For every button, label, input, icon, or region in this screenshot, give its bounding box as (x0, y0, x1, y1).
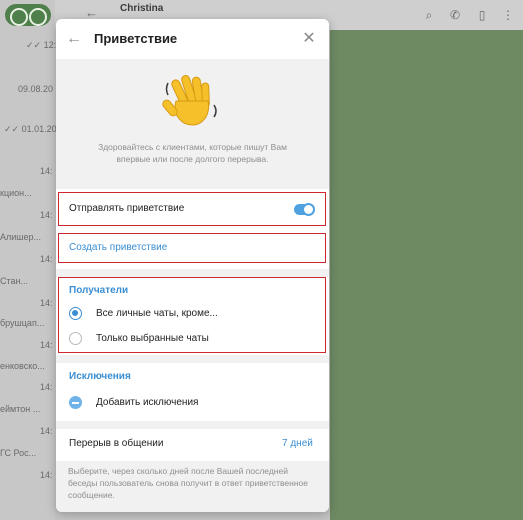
list-item: ✓✓ 12: (26, 40, 57, 50)
selected-chats-label[interactable]: Только выбранные чаты (96, 333, 209, 344)
radio-selected-chats[interactable] (69, 332, 82, 345)
list-item: брушцап... (0, 318, 45, 328)
pause-label: Перерыв в общении (69, 438, 164, 449)
chat-title: Christina (120, 3, 164, 14)
recipients-header: Получатели (69, 285, 129, 296)
footer-note: Выберите, через сколько дней после Вашей… (56, 461, 329, 512)
list-item: Алишер... (0, 232, 42, 242)
phone-icon[interactable]: ✆ (448, 8, 462, 22)
list-item: 14: (40, 340, 53, 350)
back-arrow-icon[interactable]: ← (64, 29, 84, 49)
hero-description: Здоровайтесь с клиентами, которые пишут … (98, 142, 287, 164)
list-item: ГС Рос... (0, 448, 37, 458)
app-logo-icon (5, 4, 51, 26)
section-divider (56, 421, 329, 429)
pause-value[interactable]: 7 дней (282, 438, 313, 449)
recipients-section: Получатели Все личные чаты, кроме... Тол… (56, 277, 329, 353)
list-item: 09.08.20 (18, 84, 54, 94)
list-item: 14: (40, 382, 53, 392)
greeting-settings-modal: ← Приветствие ✕ Здоровайтесь с клиентами… (56, 19, 329, 512)
create-greeting-row[interactable]: Создать приветствие (56, 233, 329, 265)
modal-title: Приветствие (94, 31, 178, 46)
exceptions-section: Исключения Добавить исключения (56, 363, 329, 419)
modal-header: ← Приветствие ✕ (56, 19, 329, 59)
radio-all-private-chats[interactable] (69, 307, 82, 320)
create-greeting-link[interactable]: Создать приветствие (69, 242, 167, 253)
exceptions-header: Исключения (69, 371, 131, 382)
list-item: 14: (40, 470, 53, 480)
section-divider (56, 355, 329, 363)
sidebar-toggle-icon[interactable]: ▯ (475, 8, 489, 22)
send-greeting-label: Отправлять приветствие (69, 203, 185, 214)
all-private-chats-label[interactable]: Все личные чаты, кроме... (96, 308, 218, 319)
list-item: 14: (40, 426, 53, 436)
list-item: 14: (40, 298, 53, 308)
list-item: еймтон ... (0, 404, 41, 414)
list-item: 14: (40, 166, 53, 176)
list-item: кцион... (0, 188, 32, 198)
waving-hand-icon (162, 75, 217, 126)
add-exception-icon[interactable] (69, 396, 82, 409)
pause-row[interactable]: Перерыв в общении 7 дней (56, 429, 329, 461)
send-greeting-toggle[interactable] (294, 203, 315, 216)
send-greeting-row[interactable]: Отправлять приветствие (56, 193, 329, 226)
footer-description: Выберите, через сколько дней после Вашей… (68, 466, 309, 500)
list-item: 14: (40, 254, 53, 264)
chat-back-icon[interactable]: ← (85, 5, 98, 20)
list-item: енковско... (0, 361, 45, 371)
list-item: Стан... (0, 276, 28, 286)
list-item: ✓✓ 01.01.20 (4, 124, 57, 134)
close-icon[interactable]: ✕ (299, 29, 319, 49)
more-options-icon[interactable]: ⋮ (501, 8, 515, 22)
add-exception-button[interactable]: Добавить исключения (96, 397, 198, 408)
list-item: 14: (40, 210, 53, 220)
hero-section: Здоровайтесь с клиентами, которые пишут … (56, 59, 329, 189)
chat-wallpaper (330, 30, 523, 520)
search-icon[interactable]: ⌕ (422, 8, 436, 22)
section-divider (56, 269, 329, 277)
